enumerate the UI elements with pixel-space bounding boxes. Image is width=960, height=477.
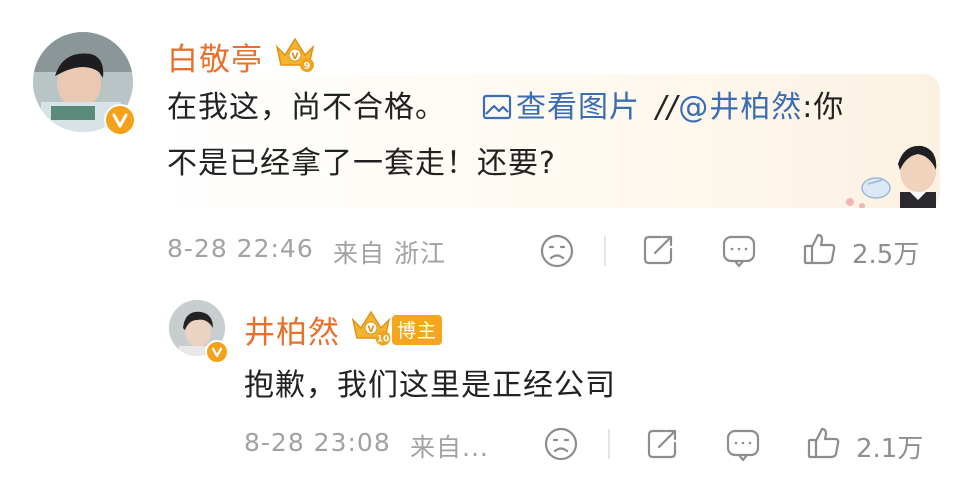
comment-text-part1: 在我这，尚不合格。 xyxy=(167,90,446,125)
like-button[interactable] xyxy=(802,231,838,271)
reply-comment-button[interactable] xyxy=(725,427,761,467)
reply-username[interactable]: 井柏然 xyxy=(244,307,340,352)
comment-source: 来自 浙江 xyxy=(333,239,446,268)
reply-verified-badge-icon xyxy=(205,340,229,364)
comment-bubble-icon xyxy=(726,429,760,462)
view-image-label: 查看图片 xyxy=(516,90,640,125)
divider xyxy=(608,429,610,459)
reply-text: 抱歉，我们这里是正经公司 xyxy=(244,368,616,403)
reply-crown-icon: V 10 xyxy=(347,306,395,350)
comment-text-line2: 不是已经拿了一套走！还要? xyxy=(167,146,556,181)
reply-like-count: 2.1万 xyxy=(856,434,924,464)
view-image-link[interactable]: 查看图片 xyxy=(482,90,640,125)
reply-dislike-button[interactable] xyxy=(543,426,579,466)
svg-text:V: V xyxy=(368,325,375,335)
like-count: 2.5万 xyxy=(852,240,920,270)
crown-level-icon: V 9 xyxy=(271,33,319,77)
reply-crown-level-number: 10 xyxy=(377,335,390,345)
comment-timestamp: 8-28 22:46 xyxy=(167,234,314,263)
sad-face-icon xyxy=(540,234,574,268)
share-icon xyxy=(643,235,673,265)
thumbs-up-icon xyxy=(803,233,836,265)
reply-share-button[interactable] xyxy=(645,427,679,465)
image-icon xyxy=(482,94,512,120)
svg-text:V: V xyxy=(292,52,299,62)
bubble-decoration-sticker xyxy=(838,140,940,209)
share-icon xyxy=(647,429,677,459)
mention-link[interactable]: @井柏然 xyxy=(678,90,802,125)
reply-like-button[interactable] xyxy=(806,425,842,465)
reply-source: 来自... xyxy=(410,433,489,462)
dislike-button[interactable] xyxy=(539,233,575,273)
comment-text-part2: :你 xyxy=(802,90,845,125)
reply-timestamp: 8-28 23:08 xyxy=(244,428,391,457)
thumbs-up-icon xyxy=(807,427,840,459)
comment-text: 在我这，尚不合格。 查看图片 //@井柏然:你 不是已经拿了一套走！还要? xyxy=(167,80,907,192)
sad-face-icon xyxy=(544,427,578,461)
verified-badge-icon xyxy=(104,104,136,136)
comment-username[interactable]: 白敬亭 xyxy=(167,34,263,79)
divider xyxy=(604,236,606,266)
repost-prefix: // xyxy=(656,90,679,125)
comment-bubble-icon xyxy=(722,235,756,268)
crown-level-number: 9 xyxy=(304,61,311,72)
comment-button[interactable] xyxy=(721,233,757,273)
share-button[interactable] xyxy=(641,233,675,271)
blogger-badge: 博主 xyxy=(392,315,443,345)
